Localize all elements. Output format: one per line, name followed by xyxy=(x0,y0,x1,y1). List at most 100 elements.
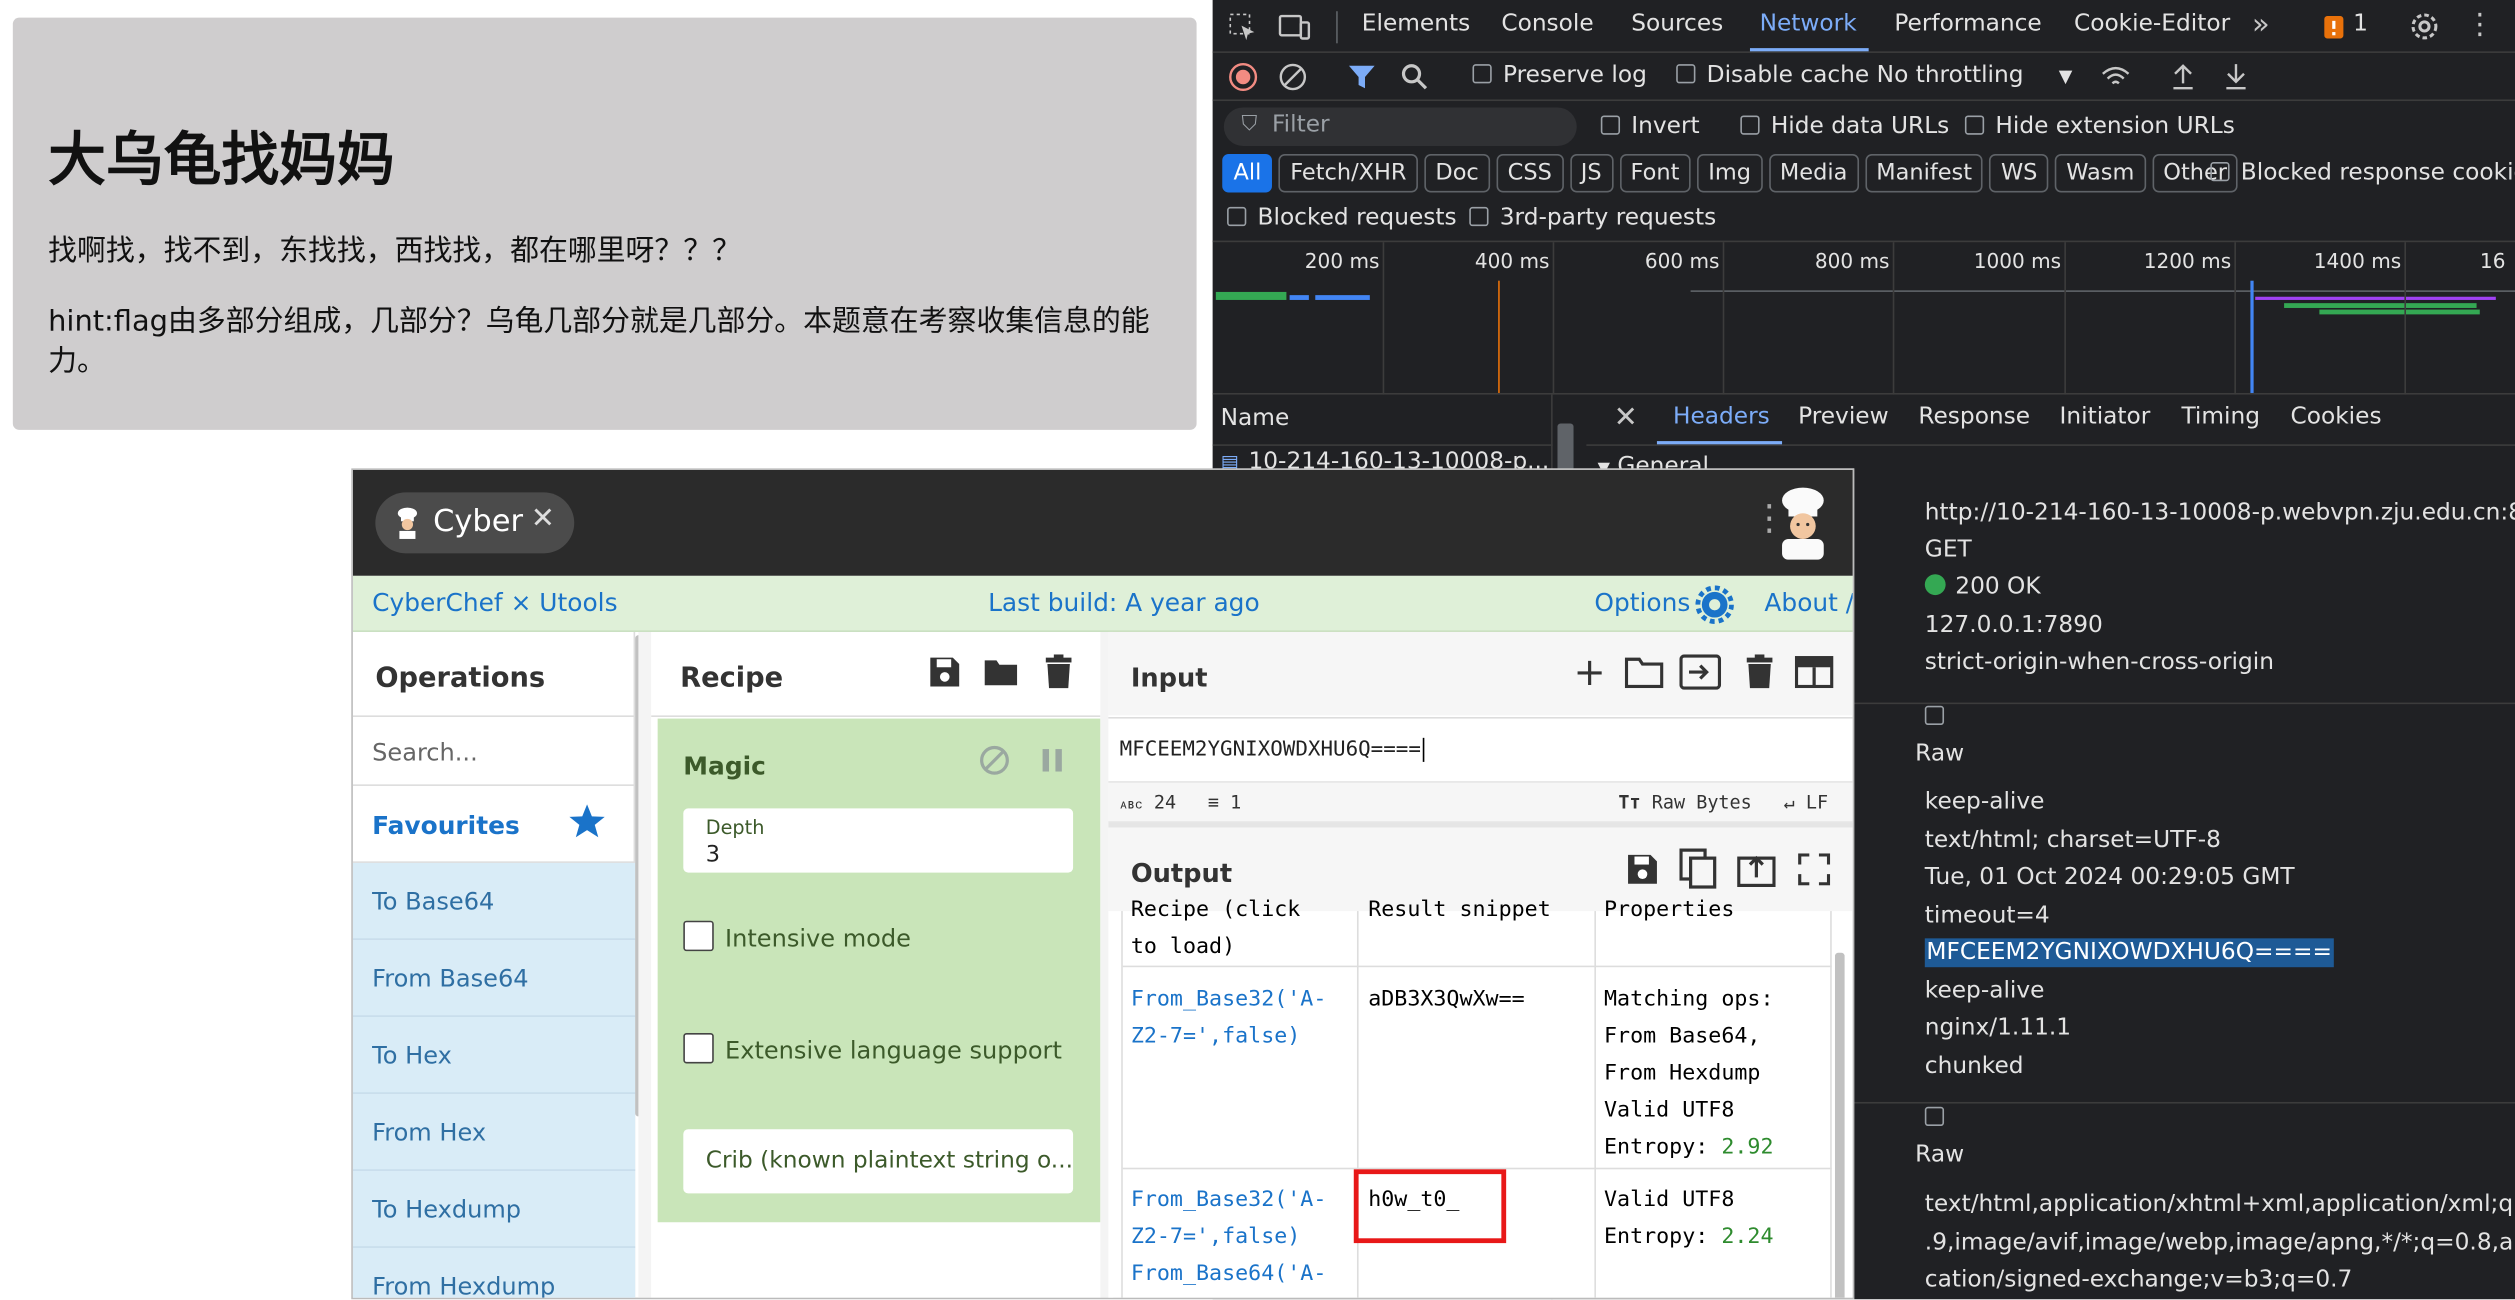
add-tab-icon[interactable]: + xyxy=(1574,650,1606,695)
eol-select[interactable]: ↵ LF xyxy=(1784,791,1828,813)
request-detail-tabs: ✕ Headers Preview Response Initiator Timing C… xyxy=(1586,395,2515,446)
third-party-requests-checkbox[interactable]: 3rd-party requests xyxy=(1469,205,1716,231)
throttling-select[interactable]: No throttling ▼ xyxy=(1877,63,2073,89)
filter-chip-css[interactable]: CSS xyxy=(1496,153,1564,193)
table-divider xyxy=(1122,965,1832,968)
tab-network[interactable]: Network xyxy=(1760,11,1857,37)
recipe-title: Recipe xyxy=(680,662,784,695)
panel-divider[interactable] xyxy=(638,631,652,1298)
depth-field[interactable]: Depth 3 xyxy=(683,808,1074,873)
inspect-element-icon[interactable] xyxy=(1229,13,1258,42)
filter-chip-img[interactable]: Img xyxy=(1697,153,1763,193)
recipe-link[interactable]: From_Base32('A- Z2-7=',false) From_Base6… xyxy=(1131,1182,1327,1293)
banner-title[interactable]: CyberChef × Utools xyxy=(372,589,617,618)
filter-input[interactable]: ⛉ Filter xyxy=(1223,107,1577,146)
pause-breakpoint-icon[interactable] xyxy=(1039,746,1065,775)
clear-recipe-icon[interactable] xyxy=(1041,654,1076,689)
crib-input[interactable]: Crib (known plaintext string o... xyxy=(683,1129,1074,1194)
clear-icon[interactable] xyxy=(1278,63,1307,92)
download-icon[interactable] xyxy=(2223,63,2249,92)
record-stop-icon[interactable] xyxy=(1229,62,1258,92)
extensive-language-checkbox[interactable] xyxy=(683,1032,714,1064)
operation-to-base64[interactable]: To Base64 xyxy=(352,862,636,940)
name-column-header[interactable]: Name xyxy=(1221,406,1290,432)
blocked-requests-checkbox[interactable]: Blocked requests xyxy=(1227,205,1457,231)
operations-title: Operations xyxy=(352,632,636,717)
upload-icon[interactable] xyxy=(2170,63,2196,92)
maximise-output-icon[interactable] xyxy=(1798,853,1831,886)
operation-from-hexdump[interactable]: From Hexdump xyxy=(352,1247,636,1298)
output-scrollbar[interactable] xyxy=(1834,952,1845,1298)
clear-input-icon[interactable] xyxy=(1744,654,1776,689)
network-timeline-overview[interactable]: 200 ms 400 ms 600 ms 800 ms 1000 ms 1200 ms 14… xyxy=(1212,240,2515,395)
more-options-icon[interactable]: ⋮ xyxy=(2465,8,2494,42)
tab-cookie-editor[interactable]: Cookie-Editor xyxy=(2074,11,2230,37)
issues-icon[interactable] xyxy=(2324,16,2344,39)
tab-performance[interactable]: Performance xyxy=(1894,11,2041,37)
close-tab-icon[interactable]: ✕ xyxy=(531,502,555,536)
filter-chip-js[interactable]: JS xyxy=(1569,153,1613,193)
search-icon[interactable] xyxy=(1400,63,1429,92)
input-textarea[interactable]: MFCEEM2YGNIXOWDXHU6Q==== xyxy=(1108,716,1853,781)
filter-chip-fetch-xhr[interactable]: Fetch/XHR xyxy=(1278,153,1418,193)
intensive-mode-checkbox[interactable] xyxy=(683,920,714,952)
detail-tab-timing[interactable]: Timing xyxy=(2181,404,2260,430)
tab-console[interactable]: Console xyxy=(1501,11,1593,37)
detail-tab-headers[interactable]: Headers xyxy=(1673,404,1770,430)
options-gear-icon[interactable] xyxy=(1695,585,1734,624)
detail-tab-initiator[interactable]: Initiator xyxy=(2060,404,2151,430)
copy-output-icon[interactable] xyxy=(1679,848,1717,891)
filter-chip-media[interactable]: Media xyxy=(1768,153,1859,193)
operation-to-hexdump[interactable]: To Hexdump xyxy=(352,1170,636,1248)
tab-elements[interactable]: Elements xyxy=(1362,11,1470,37)
network-conditions-icon[interactable] xyxy=(2100,63,2132,92)
star-icon[interactable] xyxy=(568,802,606,840)
preserve-log-checkbox[interactable]: Preserve log xyxy=(1472,62,1647,89)
reset-layout-icon[interactable] xyxy=(1794,656,1834,689)
filter-chip-manifest[interactable]: Manifest xyxy=(1865,153,1984,193)
magic-operation[interactable]: Magic Depth 3 Intensive mode Extensive l… xyxy=(657,718,1101,1223)
tab-sources[interactable]: Sources xyxy=(1631,11,1723,37)
about-link[interactable]: About / xyxy=(1764,589,1852,618)
invert-checkbox[interactable]: Invert xyxy=(1600,114,1700,140)
hide-data-urls-checkbox[interactable]: Hide data URLs xyxy=(1740,114,1949,140)
operation-to-hex[interactable]: To Hex xyxy=(352,1016,636,1094)
replace-input-icon[interactable] xyxy=(1737,852,1776,888)
filter-chip-wasm[interactable]: Wasm xyxy=(2055,153,2146,193)
device-toolbar-icon[interactable] xyxy=(1278,13,1311,42)
input-lines: 1 xyxy=(1230,790,1242,814)
options-link[interactable]: Options xyxy=(1594,589,1690,618)
preserve-log-label: Preserve log xyxy=(1502,62,1647,89)
open-folder-icon[interactable] xyxy=(1679,654,1722,690)
detail-tab-preview[interactable]: Preview xyxy=(1798,404,1889,430)
detail-tab-response[interactable]: Response xyxy=(1918,404,2030,430)
filter-chip-font[interactable]: Font xyxy=(1619,153,1691,193)
save-output-icon[interactable] xyxy=(1625,852,1660,887)
settings-gear-icon[interactable] xyxy=(2409,11,2439,41)
close-detail-icon[interactable]: ✕ xyxy=(1614,401,1638,435)
open-file-icon[interactable] xyxy=(1624,656,1664,689)
disable-operation-icon[interactable] xyxy=(978,744,1010,776)
raw-toggle-checkbox[interactable] xyxy=(1924,1106,1945,1127)
scrollbar[interactable] xyxy=(1557,423,1574,472)
disable-cache-checkbox[interactable]: Disable cache xyxy=(1676,63,1869,88)
raw-toggle-checkbox[interactable] xyxy=(1924,705,1945,726)
favourites-category[interactable]: Favourites xyxy=(352,786,636,863)
more-tabs-icon[interactable]: » xyxy=(2252,8,2270,42)
save-recipe-icon[interactable] xyxy=(927,654,962,689)
operations-search-input[interactable]: Search... xyxy=(352,719,636,786)
recipe-link[interactable]: From_Base32('A- Z2-7=',false) xyxy=(1131,982,1327,1056)
filter-chip-ws[interactable]: WS xyxy=(1989,153,2049,193)
filter-funnel-icon[interactable] xyxy=(1347,64,1376,90)
encoding-select[interactable]: Tт Raw Bytes xyxy=(1618,791,1751,813)
filter-chip-all[interactable]: All xyxy=(1222,153,1273,193)
filter-chip-doc[interactable]: Doc xyxy=(1424,153,1491,193)
operation-from-base64[interactable]: From Base64 xyxy=(352,939,636,1017)
load-recipe-icon[interactable] xyxy=(983,654,1018,689)
hide-extension-urls-checkbox[interactable]: Hide extension URLs xyxy=(1964,114,2235,140)
detail-tab-cookies[interactable]: Cookies xyxy=(2291,404,2382,430)
operation-from-hex[interactable]: From Hex xyxy=(352,1093,636,1171)
blocked-response-cookies-checkbox[interactable]: Blocked response cookies xyxy=(2210,160,2515,186)
plugin-tab[interactable]: Cyber ✕ xyxy=(375,492,575,554)
cyberchef-window: Cyber ✕ ⋮ CyberChef × Utools Last build:… xyxy=(351,468,1855,1300)
